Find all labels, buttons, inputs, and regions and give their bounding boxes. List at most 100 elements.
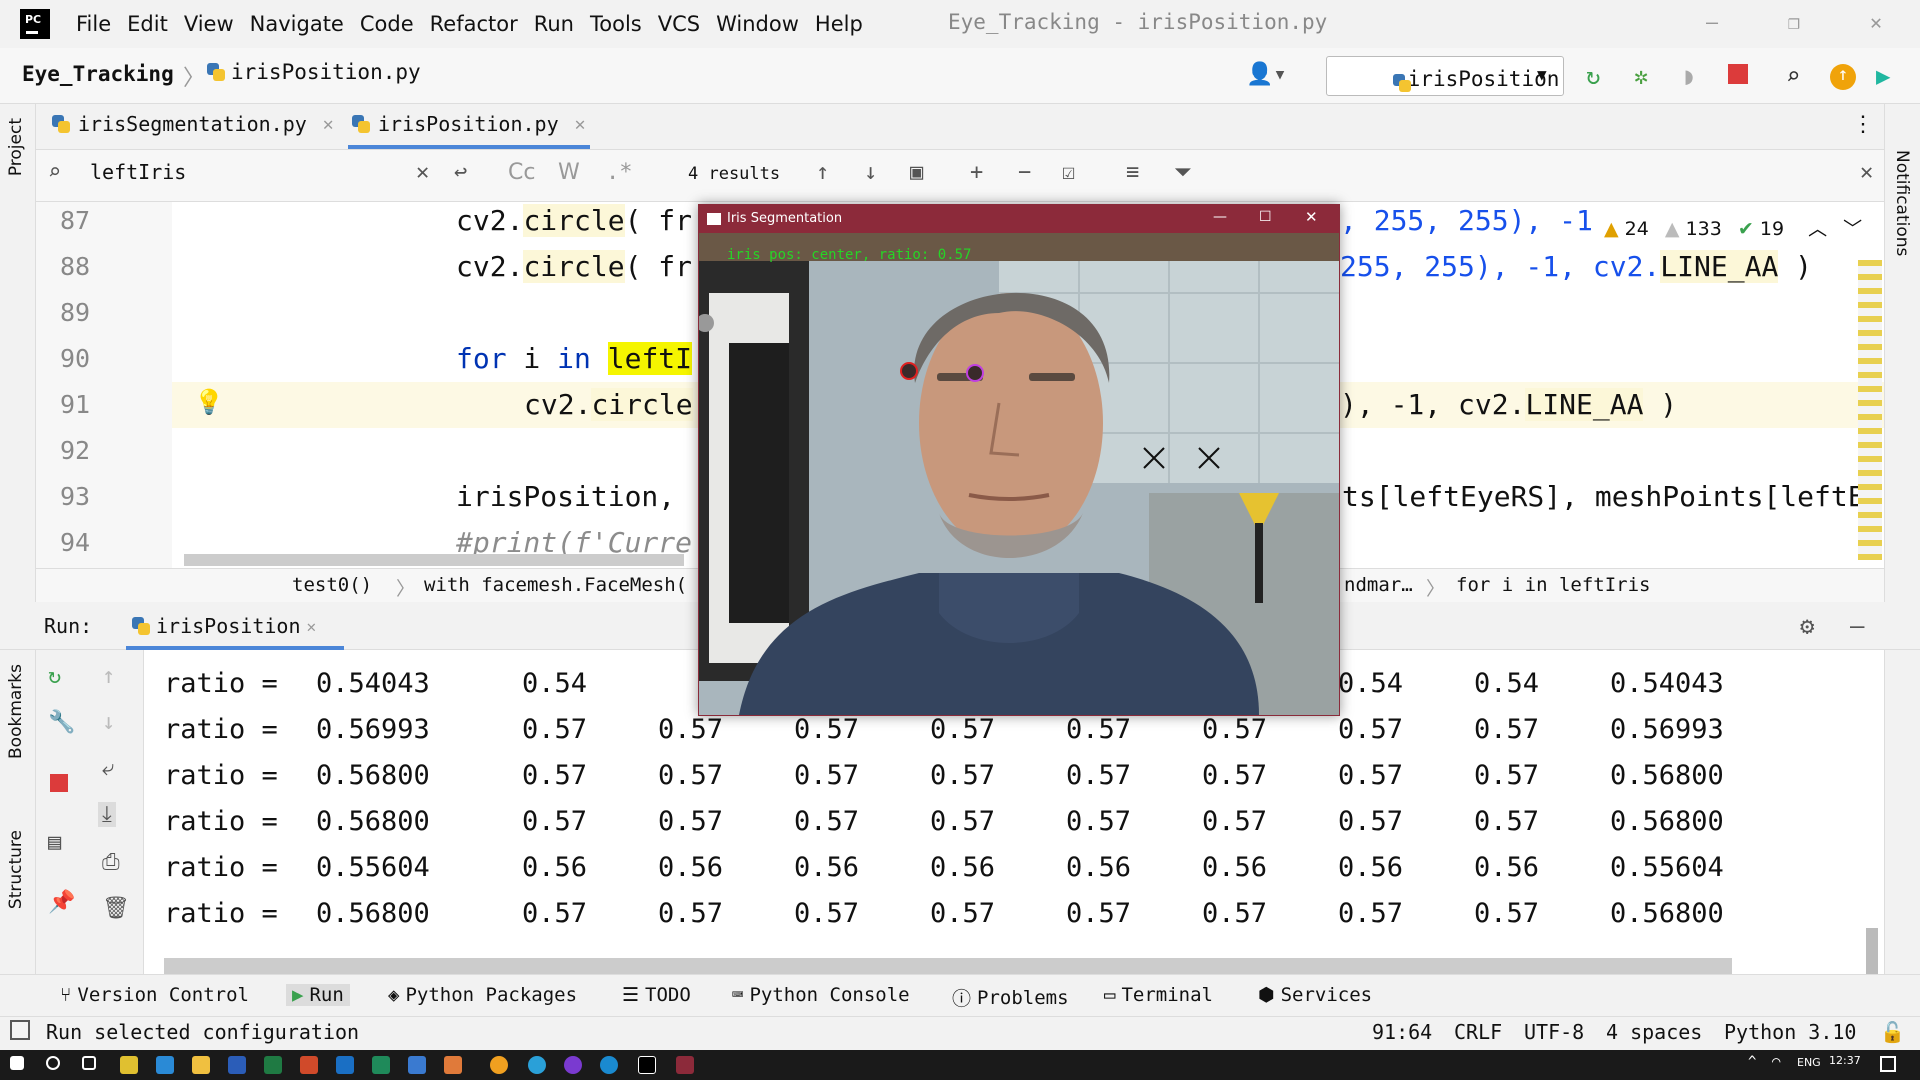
stop-icon[interactable]: [1728, 64, 1748, 84]
code-line-87-tail[interactable]: , 255, 255), -1: [1340, 204, 1593, 237]
menu-run[interactable]: Run: [534, 12, 574, 36]
menu-vcs[interactable]: VCS: [658, 12, 700, 36]
close-tab-icon[interactable]: ✕: [323, 114, 334, 135]
code-line-88-tail[interactable]: 255, 255), -1, cv2.LINE_AA ): [1340, 250, 1812, 283]
breadcrumb-file[interactable]: irisPosition.py: [205, 60, 421, 84]
run-configuration-selector[interactable]: irisPosition ▼: [1326, 56, 1564, 96]
update-icon[interactable]: ↑: [1830, 64, 1856, 90]
profile-icon[interactable]: ◗: [1682, 62, 1696, 90]
edge-icon[interactable]: [156, 1056, 174, 1074]
hide-panel-icon[interactable]: —: [1850, 612, 1864, 640]
tab-iris-position[interactable]: irisPosition.py ✕: [350, 112, 585, 136]
rerun-icon[interactable]: ↻: [48, 664, 61, 689]
code-line-87[interactable]: cv2.circle( fr: [456, 204, 692, 237]
pycharm-logo-icon[interactable]: PC: [20, 9, 50, 39]
tab-python-packages[interactable]: ◈ Python Packages: [388, 984, 577, 1006]
pin-icon[interactable]: 📌: [48, 890, 75, 915]
file-encoding[interactable]: UTF-8: [1524, 1020, 1584, 1044]
tab-python-console[interactable]: ⌨ Python Console: [732, 984, 910, 1006]
chrome-icon[interactable]: [120, 1056, 138, 1074]
file-explorer-icon[interactable]: [192, 1056, 210, 1074]
notifications-icon[interactable]: [1880, 1056, 1896, 1072]
regex-toggle[interactable]: .*: [606, 160, 633, 185]
menu-view[interactable]: View: [184, 12, 234, 36]
firefox-icon[interactable]: [490, 1056, 508, 1074]
line-separator[interactable]: CRLF: [1454, 1020, 1502, 1044]
wrench-icon[interactable]: 🔧: [48, 710, 75, 735]
chevron-down-icon[interactable]: ﹀: [1843, 218, 1862, 240]
menu-refactor[interactable]: Refactor: [430, 12, 518, 36]
iris-window-taskbar-icon[interactable]: [676, 1056, 694, 1074]
maximize-icon[interactable]: ☐: [1259, 209, 1272, 225]
rerun-icon[interactable]: ↻: [1586, 62, 1600, 90]
menu-edit[interactable]: Edit: [127, 12, 168, 36]
run-tab[interactable]: irisPosition ✕: [130, 614, 316, 638]
iris-segmentation-window[interactable]: Iris Segmentation — ☐ ✕ iris pos: center…: [698, 204, 1340, 716]
console-vertical-scrollbar[interactable]: [1866, 928, 1878, 974]
pycharm-taskbar-icon[interactable]: [638, 1056, 656, 1074]
vlc-icon[interactable]: [444, 1056, 462, 1074]
up-stack-icon[interactable]: ↑: [102, 664, 115, 689]
tab-services[interactable]: ⬢ Services: [1258, 984, 1372, 1006]
close-run-tab-icon[interactable]: ✕: [307, 617, 317, 636]
project-tool-tab[interactable]: Project: [6, 118, 26, 176]
stop-icon[interactable]: [50, 774, 68, 792]
layout-icon[interactable]: ▤: [48, 830, 61, 855]
next-occurrence-icon[interactable]: ↓: [864, 160, 877, 185]
viber-icon[interactable]: [564, 1056, 582, 1074]
breadcrumb-project[interactable]: Eye_Tracking: [22, 62, 174, 86]
print-icon[interactable]: ⎙: [102, 850, 120, 875]
code-line-88[interactable]: cv2.circle( fr: [456, 250, 692, 283]
search-icon[interactable]: ⌕: [1786, 62, 1800, 90]
select-all-occurrences-icon[interactable]: ☑: [1062, 160, 1075, 185]
powerpoint-icon[interactable]: [300, 1056, 318, 1074]
open-in-window-icon[interactable]: ▣: [910, 160, 923, 185]
python-interpreter[interactable]: Python 3.10: [1724, 1020, 1856, 1044]
tab-terminal[interactable]: ▭ Terminal: [1104, 984, 1213, 1006]
menu-tools[interactable]: Tools: [590, 12, 642, 36]
more-tabs-icon[interactable]: ⋮: [1852, 112, 1874, 137]
lock-icon[interactable]: 🔓: [1880, 1020, 1905, 1044]
close-icon[interactable]: ✕: [1305, 208, 1318, 226]
panel-toggle-icon[interactable]: [10, 1020, 30, 1040]
indent-setting[interactable]: 4 spaces: [1606, 1020, 1702, 1044]
windows-start-icon[interactable]: [10, 1056, 24, 1070]
soft-wrap-icon[interactable]: ⤶: [102, 756, 114, 781]
menu-window[interactable]: Window: [716, 12, 799, 36]
code-line-91[interactable]: cv2.circle: [524, 388, 693, 421]
structure-tool-tab[interactable]: Structure: [6, 830, 26, 909]
menu-navigate[interactable]: Navigate: [250, 12, 344, 36]
user-icon[interactable]: 👤▾: [1246, 62, 1287, 87]
scroll-to-end-icon[interactable]: ⤓: [98, 802, 116, 827]
match-case-toggle[interactable]: Cc: [508, 160, 535, 185]
tab-problems[interactable]: ⓘ Problems: [952, 984, 1069, 1011]
crumb-with[interactable]: with facemesh.FaceMesh(: [424, 574, 687, 596]
input-language[interactable]: ENG: [1797, 1056, 1821, 1069]
filter-options-icon[interactable]: ≡: [1126, 160, 1139, 185]
outlook-icon[interactable]: [336, 1056, 354, 1074]
tray-chevron-icon[interactable]: ^: [1748, 1054, 1756, 1070]
menu-code[interactable]: Code: [360, 12, 414, 36]
clock[interactable]: 12:37: [1829, 1054, 1861, 1067]
search-icon[interactable]: [46, 1056, 60, 1070]
wifi-icon[interactable]: ◠: [1772, 1054, 1780, 1070]
filter-icon[interactable]: ⏷: [1174, 160, 1192, 185]
new-line-icon[interactable]: ↩: [454, 160, 467, 185]
previous-occurrence-icon[interactable]: ↑: [816, 160, 829, 185]
code-with-me-icon[interactable]: ▶: [1876, 62, 1890, 90]
menu-help[interactable]: Help: [815, 12, 863, 36]
trash-icon[interactable]: 🗑: [102, 896, 130, 921]
error-stripe[interactable]: [1858, 260, 1882, 560]
code-line-91-tail[interactable]: ), -1, cv2.LINE_AA ): [1340, 388, 1677, 421]
lightbulb-icon[interactable]: 💡: [194, 388, 224, 416]
down-stack-icon[interactable]: ↓: [102, 710, 115, 735]
minimize-icon[interactable]: —: [1706, 10, 1718, 34]
code-line-93-tail[interactable]: ts[leftEyeRS], meshPoints[leftE: [1342, 480, 1865, 513]
tab-iris-segmentation[interactable]: irisSegmentation.py ✕: [50, 112, 334, 136]
camera-window-titlebar[interactable]: Iris Segmentation — ☐ ✕: [699, 205, 1339, 233]
crumb-landmarks[interactable]: ndmar…: [1344, 574, 1413, 596]
notifications-tool-tab[interactable]: Notifications: [1892, 150, 1912, 256]
telegram-icon[interactable]: [528, 1056, 546, 1074]
add-selection-icon[interactable]: +: [970, 160, 983, 185]
remove-selection-icon[interactable]: −: [1018, 160, 1031, 185]
